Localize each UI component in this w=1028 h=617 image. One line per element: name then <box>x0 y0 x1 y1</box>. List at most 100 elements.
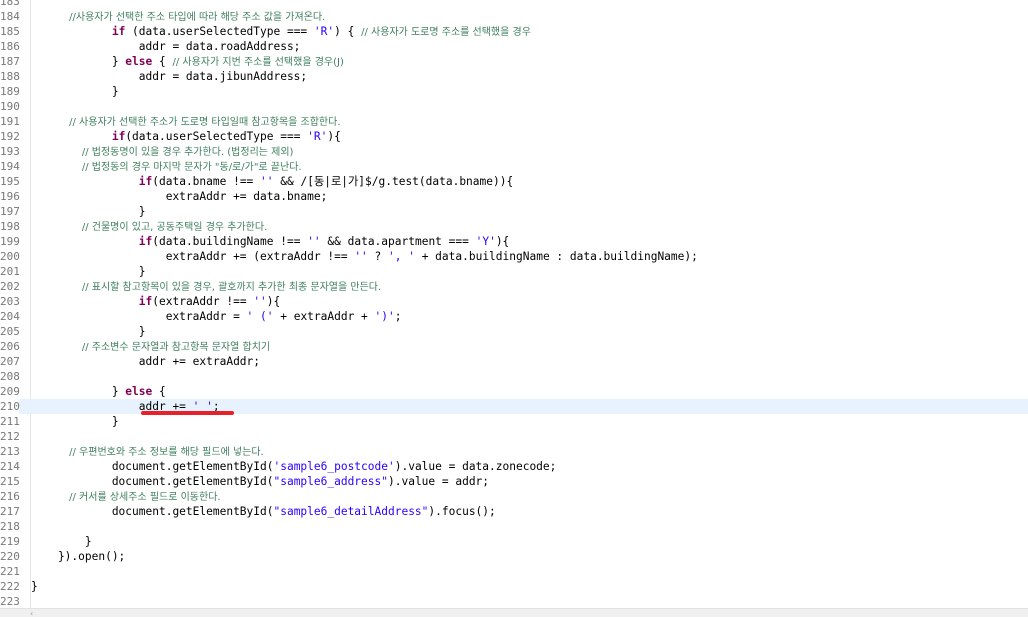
line-number: 187 <box>0 55 20 68</box>
code-line[interactable]: 199 if(data.buildingName !== '' && data.… <box>0 234 1028 249</box>
code-line[interactable]: 191 // 사용자가 선택한 주소가 도로명 타입일때 참고항목을 조합한다. <box>0 114 1028 129</box>
code-line[interactable]: 208 <box>0 369 1028 384</box>
line-number: 221 <box>0 565 20 578</box>
code-line[interactable]: 223 <box>0 594 1028 609</box>
line-code: addr = data.jibunAddress; <box>31 69 307 84</box>
code-line[interactable]: 194 // 법정동의 경우 마지막 문자가 "동/로/가"로 끝난다. <box>0 159 1028 174</box>
line-code: addr = data.roadAddress; <box>31 39 301 54</box>
code-line[interactable]: 186 addr = data.roadAddress; <box>0 39 1028 54</box>
string-token: '' <box>253 295 267 308</box>
code-token: } <box>31 415 119 428</box>
line-number: 210 <box>0 399 20 414</box>
line-code: // 건물명이 있고, 공동주택일 경우 추가한다. <box>31 219 267 234</box>
code-token: { <box>152 55 173 68</box>
code-line[interactable]: 207 addr += extraAddr; <box>0 354 1028 369</box>
code-line[interactable]: 221 <box>0 564 1028 579</box>
code-token: extraAddr += data.bname; <box>31 190 328 203</box>
code-line[interactable]: 201 } <box>0 264 1028 279</box>
string-token: "sample6_detailAddress" <box>273 505 429 518</box>
code-line[interactable]: 198 // 건물명이 있고, 공동주택일 경우 추가한다. <box>0 219 1028 234</box>
code-line[interactable]: 220 }).open(); <box>0 549 1028 564</box>
code-token: (extraAddr !== <box>152 295 254 308</box>
line-code: } <box>31 324 146 339</box>
code-line[interactable]: 193 // 법정동명이 있을 경우 추가한다. (법정리는 제외) <box>0 144 1028 159</box>
comment-token: // 사용자가 선택한 주소가 도로명 타입일때 참고항목을 조합한다. <box>31 117 341 128</box>
code-line[interactable]: 192 if(data.userSelectedType === 'R'){ <box>0 129 1028 144</box>
comment-token: // 표시할 참고항목이 있을 경우, 괄호까지 추가한 최종 문자열을 만든다… <box>31 282 382 293</box>
line-code: } <box>31 579 38 594</box>
code-line[interactable]: 184 //사용자가 선택한 주소 타입에 따라 해당 주소 값을 가져온다. <box>0 9 1028 24</box>
code-line[interactable]: 202 // 표시할 참고항목이 있을 경우, 괄호까지 추가한 최종 문자열을… <box>0 279 1028 294</box>
code-line[interactable]: 212 <box>0 429 1028 444</box>
code-editor[interactable]: 183 184 //사용자가 선택한 주소 타입에 따라 해당 주소 값을 가져온… <box>0 0 1028 617</box>
code-line[interactable]: 218 <box>0 519 1028 534</box>
code-line[interactable]: 185 if (data.userSelectedType === 'R') {… <box>0 24 1028 39</box>
code-token: ){ <box>266 295 281 308</box>
code-token: }).open(); <box>31 550 126 563</box>
code-token: ){ <box>327 130 341 143</box>
line-code: } else { <box>31 384 166 399</box>
line-number: 186 <box>0 40 20 53</box>
code-line[interactable]: 196 extraAddr += data.bname; <box>0 189 1028 204</box>
code-line[interactable]: 195 if(data.bname !== '' && /[동|로|가]$/g.… <box>0 174 1028 189</box>
code-line[interactable]: 213 // 우편번호와 주소 정보를 해당 필드에 넣는다. <box>0 444 1028 459</box>
line-number: 211 <box>0 415 20 428</box>
code-line[interactable]: 189 } <box>0 84 1028 99</box>
comment-token: // 커서를 상세주소 필드로 이동한다. <box>31 492 221 503</box>
code-line[interactable]: 205 } <box>0 324 1028 339</box>
scroll-left-arrow-icon[interactable]: ‹ <box>30 610 33 617</box>
line-code: if(data.userSelectedType === 'R'){ <box>31 129 341 144</box>
code-token: extraAddr = <box>31 310 247 323</box>
code-token: addr += extraAddr; <box>31 355 261 368</box>
string-token: ')' <box>374 310 395 323</box>
code-line[interactable]: 188 addr = data.jibunAddress; <box>0 69 1028 84</box>
code-line[interactable]: 190 <box>0 99 1028 114</box>
comment-token: //사용자가 선택한 주소 타입에 따라 해당 주소 값을 가져온다. <box>31 12 326 23</box>
line-code: // 사용자가 선택한 주소가 도로명 타입일때 참고항목을 조합한다. <box>31 114 341 129</box>
line-code: } else { // 사용자가 지번 주소를 선택했을 경우(J) <box>31 54 344 69</box>
code-line[interactable]: 222} <box>0 579 1028 594</box>
code-token: + extraAddr + <box>273 310 375 323</box>
code-line[interactable]: 183 <box>0 0 1028 9</box>
code-line[interactable]: 211 } <box>0 414 1028 429</box>
code-line[interactable]: 200 extraAddr += (extraAddr !== '' ? ', … <box>0 249 1028 264</box>
line-number: 209 <box>0 385 20 398</box>
line-number: 223 <box>0 595 20 608</box>
string-token: 'R' <box>307 130 328 143</box>
line-number: 185 <box>0 25 20 38</box>
string-token: 'sample6_postcode' <box>273 460 395 473</box>
line-code: if(data.buildingName !== '' && data.apar… <box>31 234 510 249</box>
line-code: } <box>31 414 119 429</box>
line-number: 196 <box>0 190 20 203</box>
code-token: addr = data.roadAddress; <box>31 40 301 53</box>
line-number: 220 <box>0 550 20 563</box>
code-line[interactable]: 219 } <box>0 534 1028 549</box>
line-number: 203 <box>0 295 20 308</box>
code-line[interactable]: 216 // 커서를 상세주소 필드로 이동한다. <box>0 489 1028 504</box>
string-token: 'R' <box>313 25 335 38</box>
code-line[interactable]: 187 } else { // 사용자가 지번 주소를 선택했을 경우(J) <box>0 54 1028 69</box>
horizontal-scrollbar[interactable]: ‹ <box>0 608 1028 617</box>
code-line[interactable]: 214 document.getElementById('sample6_pos… <box>0 459 1028 474</box>
code-line[interactable]: 215 document.getElementById("sample6_add… <box>0 474 1028 489</box>
line-number: 218 <box>0 520 20 533</box>
string-token: '' <box>307 235 321 248</box>
line-number: 206 <box>0 340 20 353</box>
line-number: 215 <box>0 475 20 488</box>
code-line[interactable]: 197 } <box>0 204 1028 219</box>
line-code: // 주소변수 문자열과 참고항목 문자열 합치기 <box>31 339 270 354</box>
line-number: 202 <box>0 280 20 293</box>
line-code: // 법정동명이 있을 경우 추가한다. (법정리는 제외) <box>31 144 294 159</box>
code-line[interactable]: 204 extraAddr = ' (' + extraAddr + ')'; <box>0 309 1028 324</box>
code-line[interactable]: 203 if(extraAddr !== ''){ <box>0 294 1028 309</box>
code-line[interactable]: 206 // 주소변수 문자열과 참고항목 문자열 합치기 <box>0 339 1028 354</box>
code-line[interactable]: 209 } else { <box>0 384 1028 399</box>
keyword-token: if <box>138 235 153 248</box>
line-code: document.getElementById("sample6_detailA… <box>31 504 496 519</box>
line-number: 212 <box>0 430 20 443</box>
red-underline-annotation <box>141 411 234 415</box>
code-token: (data.userSelectedType === <box>125 130 308 143</box>
code-line[interactable]: 217 document.getElementById("sample6_det… <box>0 504 1028 519</box>
